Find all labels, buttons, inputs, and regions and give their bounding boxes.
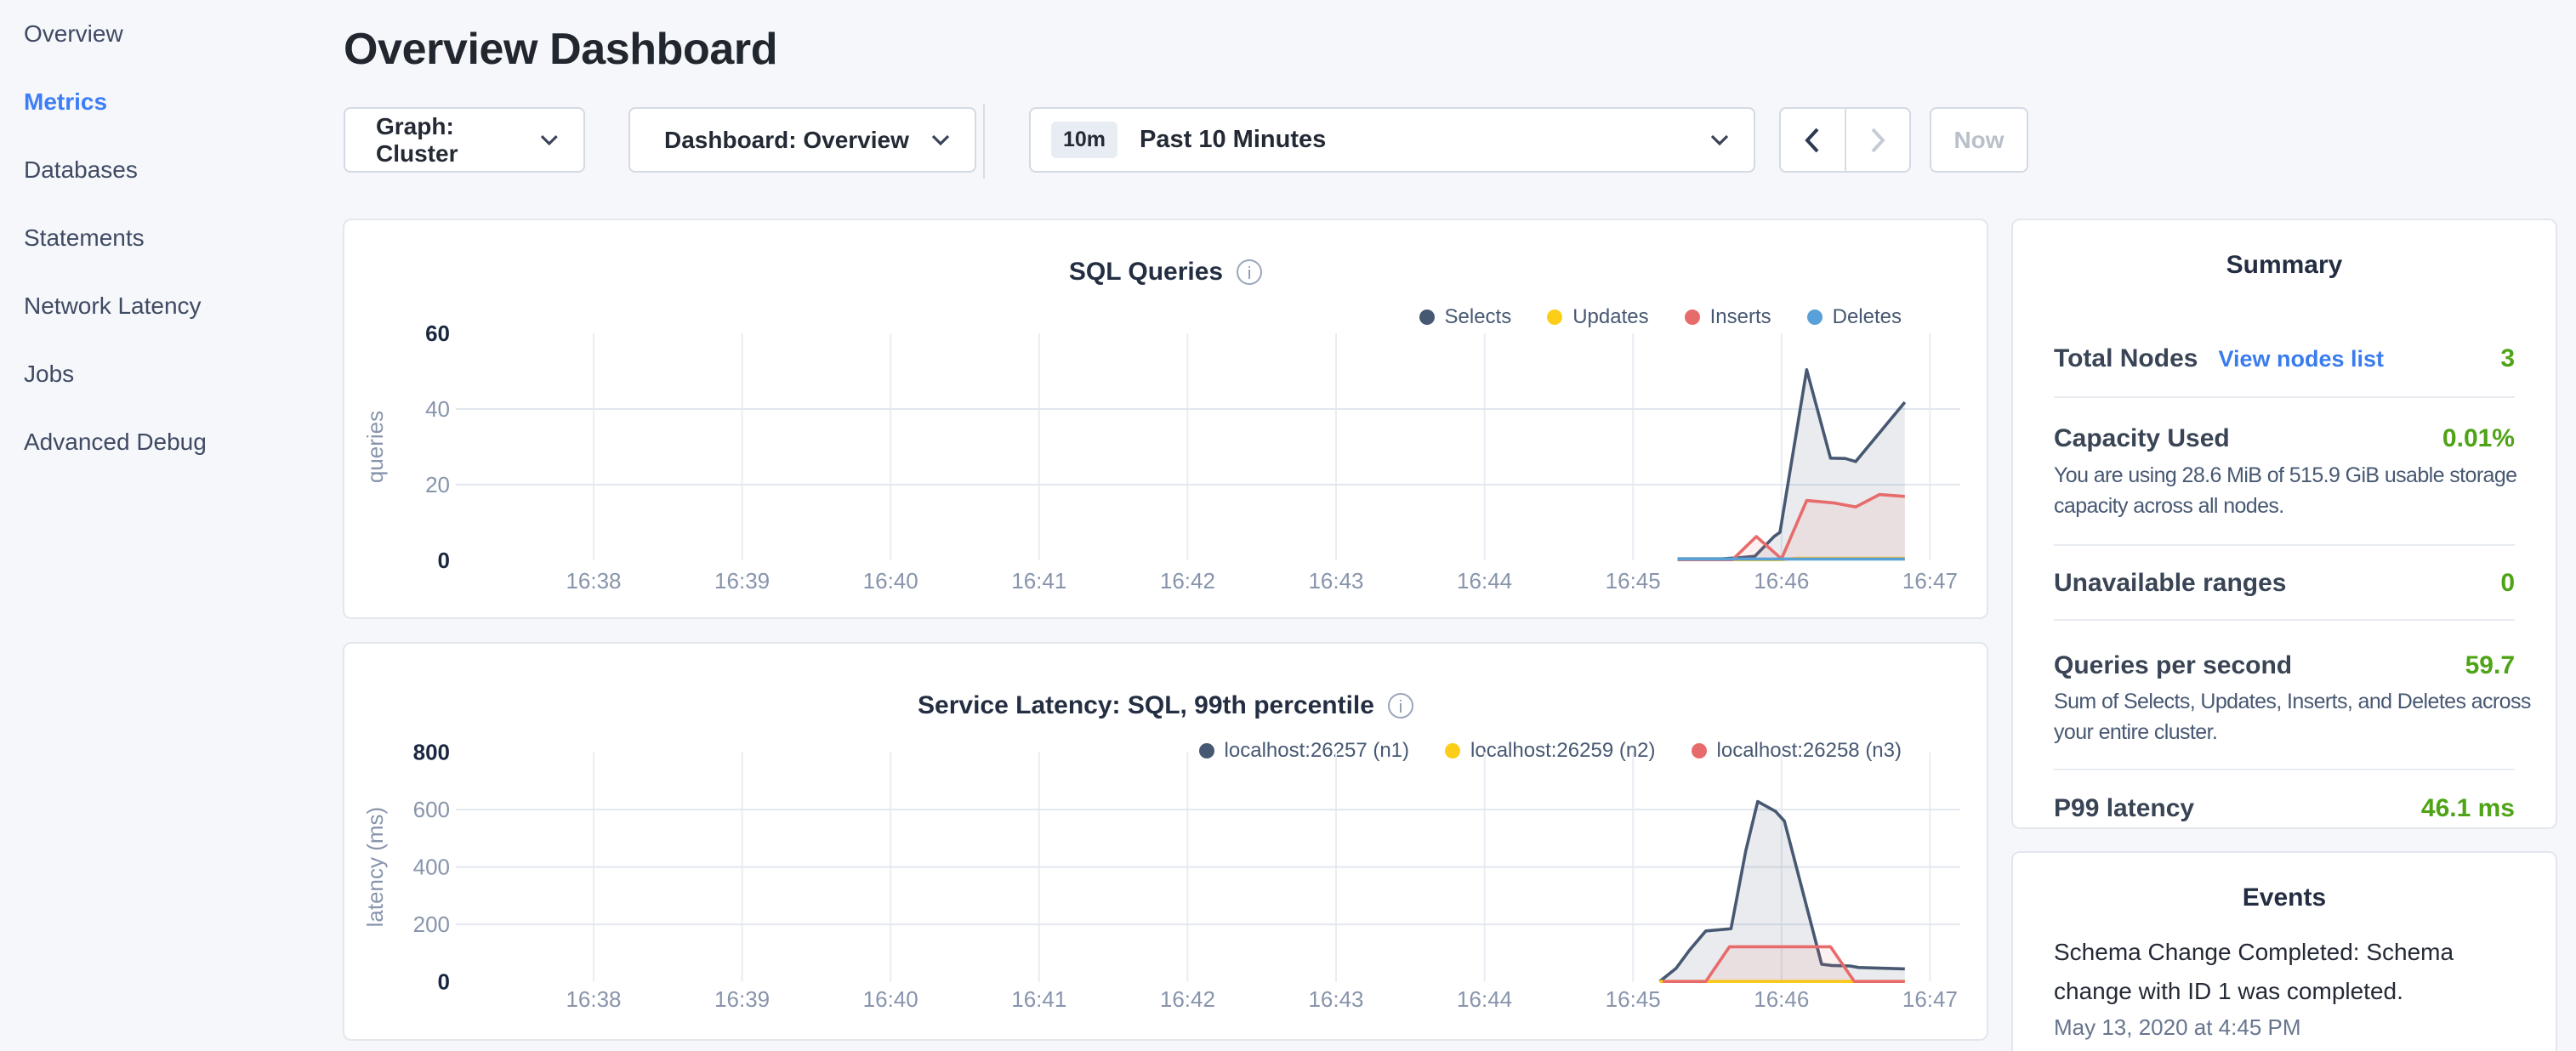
svg-text:0: 0: [438, 548, 450, 573]
chevron-right-icon: [1870, 127, 1885, 154]
events-title: Events: [2054, 880, 2515, 916]
svg-text:16:46: 16:46: [1754, 568, 1809, 594]
summary-row-qps: Queries per second 59.7: [2054, 648, 2515, 684]
divider: [2054, 619, 2515, 621]
sidebar-item-advanced-debug[interactable]: Advanced Debug: [0, 408, 340, 476]
time-range-label: Past 10 Minutes: [1140, 126, 1326, 154]
svg-text:16:44: 16:44: [1457, 568, 1512, 594]
svg-text:16:44: 16:44: [1457, 986, 1512, 1012]
qps-label: Queries per second: [2054, 648, 2292, 684]
svg-text:16:42: 16:42: [1160, 986, 1215, 1012]
chart-canvas: 16:38 16:39 16:40 16:41 16:42 16:43 16:44 16:45…: [344, 220, 1987, 617]
svg-text:16:43: 16:43: [1308, 568, 1363, 594]
svg-text:16:46: 16:46: [1754, 986, 1809, 1012]
event-message[interactable]: Schema Change Completed: Schema change w…: [2054, 933, 2515, 1011]
event-message-line2: change with ID 1 was completed.: [2054, 972, 2515, 1011]
chart-canvas: 16:38 16:39 16:40 16:41 16:42 16:43 16:44 16:45…: [344, 644, 1987, 1039]
graph-scope-dropdown[interactable]: Graph: Cluster: [344, 107, 585, 173]
time-step-buttons: [1779, 107, 1911, 173]
p99-latency-value: 46.1 ms: [2421, 791, 2515, 827]
service-latency-chart: Service Latency: SQL, 99th percentile i …: [343, 642, 1988, 1041]
svg-text:16:41: 16:41: [1011, 986, 1066, 1012]
time-range-dropdown[interactable]: 10m Past 10 Minutes: [1029, 107, 1755, 173]
svg-text:0: 0: [438, 969, 450, 995]
event-timestamp: May 13, 2020 at 4:45 PM: [2054, 1014, 2515, 1041]
qps-desc-line1: Sum of Selects, Updates, Inserts, and De…: [2054, 686, 2515, 717]
svg-text:600: 600: [413, 797, 450, 822]
sidebar-item-overview[interactable]: Overview: [0, 0, 340, 68]
capacity-desc-line1: You are using 28.6 MiB of 515.9 GiB usab…: [2054, 460, 2515, 491]
time-back-button[interactable]: [1781, 109, 1846, 171]
svg-text:60: 60: [425, 321, 450, 346]
svg-text:200: 200: [413, 912, 450, 937]
svg-text:16:45: 16:45: [1606, 568, 1661, 594]
svg-text:16:38: 16:38: [566, 568, 621, 594]
svg-text:40: 40: [425, 396, 450, 422]
page-title: Overview Dashboard: [344, 24, 777, 75]
unavailable-ranges-value: 0: [2500, 565, 2515, 601]
sidebar-item-metrics[interactable]: Metrics: [0, 68, 340, 136]
svg-text:16:41: 16:41: [1011, 568, 1066, 594]
summary-row-unavailable: Unavailable ranges 0: [2054, 565, 2515, 601]
capacity-value: 0.01%: [2442, 421, 2515, 457]
svg-text:16:39: 16:39: [714, 986, 770, 1012]
divider: [2054, 769, 2515, 770]
total-nodes-value: 3: [2500, 341, 2515, 377]
qps-desc-line2: your entire cluster.: [2054, 717, 2515, 747]
capacity-description: You are using 28.6 MiB of 515.9 GiB usab…: [2054, 460, 2515, 521]
svg-text:16:45: 16:45: [1606, 986, 1661, 1012]
summary-row-total-nodes: Total Nodes View nodes list 3: [2054, 341, 2515, 377]
summary-title: Summary: [2054, 247, 2515, 283]
time-range-badge: 10m: [1051, 122, 1117, 158]
capacity-label: Capacity Used: [2054, 421, 2230, 457]
svg-text:16:40: 16:40: [863, 568, 918, 594]
summary-panel: Summary Total Nodes View nodes list 3 Ca…: [2011, 219, 2557, 829]
unavailable-ranges-label: Unavailable ranges: [2054, 565, 2286, 601]
sql-queries-chart: SQL Queries i SelectsUpdatesInsertsDelet…: [343, 219, 1988, 619]
sidebar-item-jobs[interactable]: Jobs: [0, 340, 340, 408]
chevron-down-icon: [539, 134, 560, 147]
svg-text:latency (ms): latency (ms): [362, 807, 388, 928]
capacity-desc-line2: capacity across all nodes.: [2054, 491, 2515, 521]
svg-text:queries: queries: [362, 411, 388, 483]
summary-row-capacity: Capacity Used 0.01%: [2054, 421, 2515, 457]
summary-row-p99: P99 latency 46.1 ms: [2054, 791, 2515, 827]
svg-text:16:47: 16:47: [1902, 568, 1958, 594]
sidebar-item-databases[interactable]: Databases: [0, 136, 340, 204]
sidebar: Overview Metrics Databases Statements Ne…: [0, 0, 340, 476]
qps-value: 59.7: [2465, 648, 2515, 684]
divider: [2054, 544, 2515, 546]
total-nodes-label: Total Nodes: [2054, 341, 2198, 377]
dashboard-label: Dashboard: Overview: [664, 127, 909, 154]
sidebar-item-statements[interactable]: Statements: [0, 204, 340, 272]
p99-latency-label: P99 latency: [2054, 791, 2194, 827]
svg-text:16:42: 16:42: [1160, 568, 1215, 594]
graph-scope-label: Graph: Cluster: [376, 113, 539, 168]
svg-text:400: 400: [413, 855, 450, 880]
view-nodes-link[interactable]: View nodes list: [2218, 341, 2384, 377]
time-forward-button[interactable]: [1846, 109, 1910, 171]
chevron-down-icon: [1709, 134, 1730, 147]
divider: [2054, 396, 2515, 398]
svg-text:16:38: 16:38: [566, 986, 621, 1012]
svg-text:16:40: 16:40: [863, 986, 918, 1012]
metrics-page: Overview Metrics Databases Statements Ne…: [0, 0, 2576, 1051]
svg-text:800: 800: [413, 740, 450, 765]
event-message-line1: Schema Change Completed: Schema: [2054, 933, 2515, 972]
dashboard-dropdown[interactable]: Dashboard: Overview: [628, 107, 976, 173]
svg-text:16:47: 16:47: [1902, 986, 1958, 1012]
svg-text:16:39: 16:39: [714, 568, 770, 594]
svg-text:20: 20: [425, 472, 450, 497]
toolbar-divider: [983, 104, 985, 179]
chevron-left-icon: [1805, 127, 1820, 154]
qps-description: Sum of Selects, Updates, Inserts, and De…: [2054, 686, 2515, 747]
sidebar-item-network-latency[interactable]: Network Latency: [0, 272, 340, 340]
svg-text:16:43: 16:43: [1308, 986, 1363, 1012]
events-panel: Events Schema Change Completed: Schema c…: [2011, 851, 2557, 1051]
now-button[interactable]: Now: [1930, 107, 2028, 173]
chevron-down-icon: [930, 134, 951, 147]
